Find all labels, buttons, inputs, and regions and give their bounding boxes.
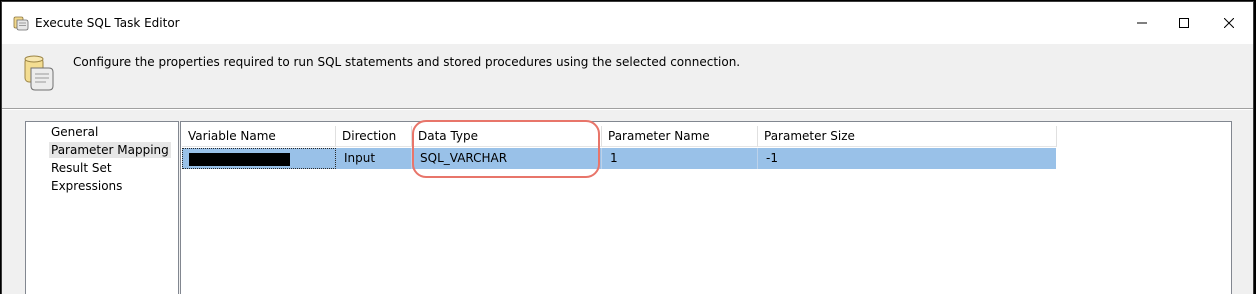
window-title: Execute SQL Task Editor	[35, 16, 180, 30]
table-row[interactable]: Input SQL_VARCHAR 1 -1	[182, 148, 1056, 169]
cell-parameter-name[interactable]: 1	[602, 148, 758, 169]
header-description: Configure the properties required to run…	[73, 55, 741, 69]
close-icon	[1224, 18, 1234, 28]
column-header-data-type[interactable]: Data Type	[412, 126, 602, 147]
minimize-button[interactable]	[1119, 2, 1165, 44]
nav-item-label: General	[51, 125, 99, 139]
execute-sql-task-editor-window: Execute SQL Task Editor Configure the pr…	[1, 1, 1254, 294]
description-header: Configure the properties required to run…	[2, 44, 1253, 108]
nav-item-general[interactable]: General	[49, 124, 100, 140]
page-navigation-list[interactable]: General Parameter Mapping Result Set Exp…	[25, 121, 179, 294]
column-header-parameter-size[interactable]: Parameter Size	[758, 126, 1057, 147]
redaction-bar	[189, 153, 290, 166]
header-divider-highlight	[2, 109, 1253, 110]
nav-item-parameter-mapping[interactable]: Parameter Mapping	[49, 142, 171, 158]
column-header-variable-name[interactable]: Variable Name	[182, 126, 336, 147]
minimize-icon	[1137, 18, 1147, 28]
maximize-icon	[1179, 18, 1189, 28]
close-button[interactable]	[1206, 2, 1252, 44]
scroll-app-icon	[13, 15, 29, 31]
nav-item-result-set[interactable]: Result Set	[49, 160, 114, 176]
maximize-button[interactable]	[1161, 2, 1207, 44]
nav-item-expressions[interactable]: Expressions	[49, 178, 124, 194]
nav-item-label: Result Set	[51, 161, 112, 175]
parameter-mapping-grid[interactable]: Variable Name Direction Data Type Parame…	[180, 121, 1232, 294]
scroll-header-icon	[22, 54, 56, 92]
cell-variable-name[interactable]	[182, 148, 336, 169]
cell-parameter-size[interactable]: -1	[758, 148, 1056, 169]
title-bar[interactable]: Execute SQL Task Editor	[2, 2, 1253, 44]
nav-item-label: Parameter Mapping	[51, 143, 169, 157]
nav-item-label: Expressions	[51, 179, 123, 193]
column-header-parameter-name[interactable]: Parameter Name	[602, 126, 758, 147]
cell-direction[interactable]: Input	[336, 148, 412, 169]
column-header-direction[interactable]: Direction	[336, 126, 412, 147]
cell-data-type[interactable]: SQL_VARCHAR	[412, 148, 602, 169]
